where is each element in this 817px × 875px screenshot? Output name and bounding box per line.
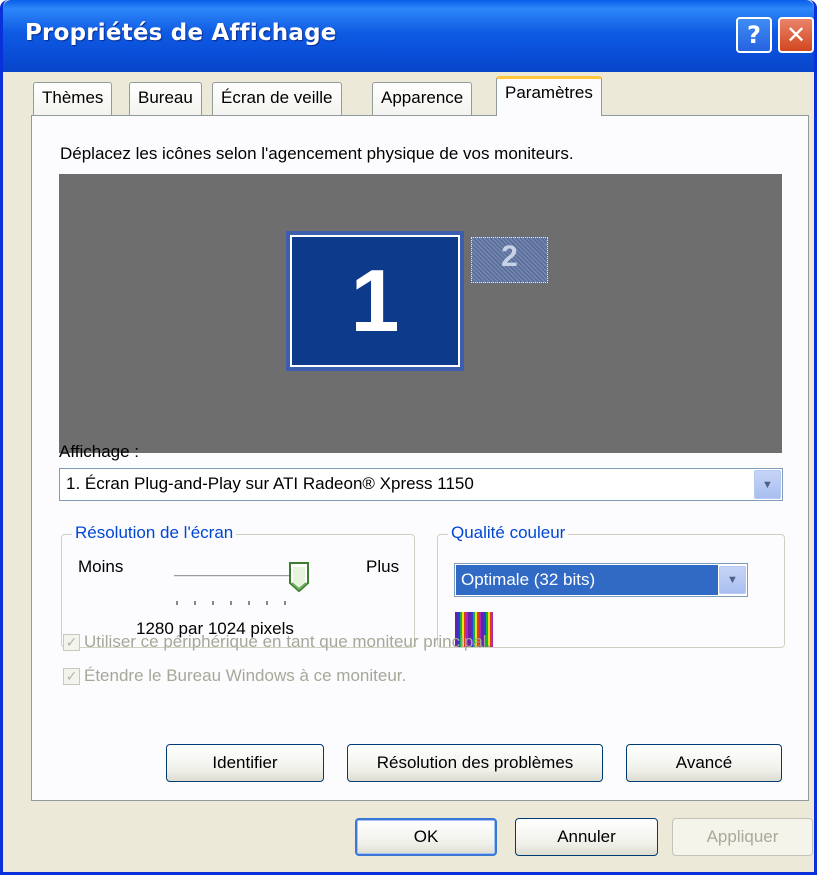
tab-themes[interactable]: Thèmes (33, 82, 113, 115)
apply-button: Appliquer (672, 818, 813, 856)
extend-desktop-label: Étendre le Bureau Windows à ce moniteur. (84, 666, 407, 685)
color-quality-select[interactable]: Optimale (32 bits) ▼ (454, 563, 748, 597)
monitor-1[interactable]: 1 (286, 231, 464, 371)
display-select[interactable]: 1. Écran Plug-and-Play sur ATI Radeon® X… (59, 468, 783, 501)
troubleshoot-button[interactable]: Résolution des problèmes (347, 744, 603, 782)
title-bar[interactable]: Propriétés de Affichage ? ✕ (3, 0, 814, 72)
color-quality-value: Optimale (32 bits) (456, 565, 718, 595)
display-label: Affichage : (59, 442, 140, 461)
resolution-less-label: Moins (78, 557, 124, 576)
primary-monitor-label: Utiliser ce périphérique en tant que mon… (84, 632, 492, 651)
resolution-slider-thumb[interactable] (288, 561, 310, 593)
close-button[interactable]: ✕ (778, 17, 814, 53)
monitor-1-number: 1 (290, 235, 460, 367)
resolution-slider-track[interactable] (174, 575, 300, 578)
monitor-arrangement-area[interactable]: 1 2 (59, 174, 782, 453)
window-title: Propriétés de Affichage (25, 20, 337, 46)
checkmark-icon: ✓ (63, 667, 80, 685)
tab-settings[interactable]: Paramètres (496, 76, 602, 116)
resolution-slider-ticks (176, 601, 302, 605)
cancel-button[interactable]: Annuler (515, 818, 658, 856)
ok-button[interactable]: OK (355, 818, 497, 856)
resolution-group-title: Résolution de l'écran (72, 523, 237, 543)
chevron-down-icon[interactable]: ▼ (719, 566, 746, 594)
tab-bureau[interactable]: Bureau (129, 82, 202, 115)
extend-desktop-checkbox[interactable]: ✓ Étendre le Bureau Windows à ce moniteu… (63, 666, 406, 686)
color-quality-title: Qualité couleur (448, 523, 569, 543)
tab-screensaver[interactable]: Écran de veille (212, 82, 342, 115)
tab-appearance[interactable]: Apparence (372, 82, 473, 115)
color-quality-group: Qualité couleur Optimale (32 bits) ▼ (437, 523, 785, 648)
advanced-button[interactable]: Avancé (626, 744, 782, 782)
help-button[interactable]: ? (736, 17, 772, 53)
display-properties-window: Propriétés de Affichage ? ✕ Thèmes Burea… (0, 0, 817, 875)
primary-monitor-checkbox[interactable]: ✓ Utiliser ce périphérique en tant que m… (63, 632, 491, 652)
resolution-group: Résolution de l'écran Moins Plus 1280 pa… (61, 523, 415, 648)
monitor-2[interactable]: 2 (471, 237, 548, 283)
instruction-text: Déplacez les icônes selon l'agencement p… (60, 144, 574, 163)
identify-button[interactable]: Identifier (166, 744, 324, 782)
resolution-more-label: Plus (366, 557, 400, 576)
chevron-down-icon[interactable]: ▼ (754, 470, 781, 499)
settings-panel: Déplacez les icônes selon l'agencement p… (31, 115, 809, 801)
checkmark-icon: ✓ (63, 633, 80, 651)
display-select-value: 1. Écran Plug-and-Play sur ATI Radeon® X… (66, 474, 474, 493)
